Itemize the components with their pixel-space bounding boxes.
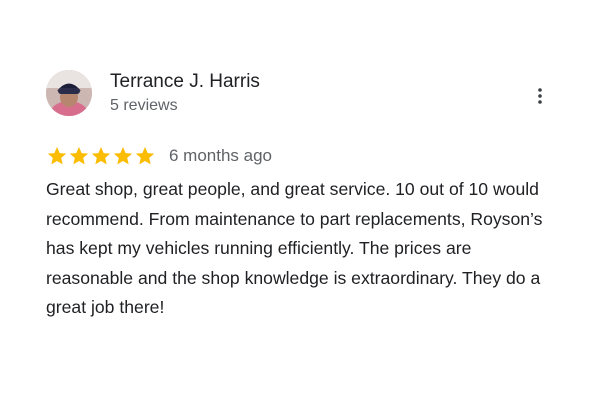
rating-row: 6 months ago	[46, 144, 272, 168]
review-text: Great shop, great people, and great serv…	[46, 179, 543, 317]
star-icon	[91, 147, 111, 165]
reviewer-name[interactable]: Terrance J. Harris	[110, 71, 260, 93]
review-card: Terrance J. Harris 5 reviews 6 months ag…	[0, 0, 600, 400]
star-icon	[69, 147, 89, 165]
star-icon	[135, 147, 155, 165]
reviewer-review-count: 5 reviews	[110, 97, 178, 114]
more-options-button[interactable]	[528, 84, 552, 108]
star-icon	[113, 147, 133, 165]
avatar[interactable]	[46, 70, 92, 116]
star-icon	[47, 147, 67, 165]
star-rating	[46, 145, 156, 167]
more-vert-icon	[538, 88, 542, 104]
review-date: 6 months ago	[169, 146, 273, 165]
avatar-photo	[46, 70, 92, 116]
